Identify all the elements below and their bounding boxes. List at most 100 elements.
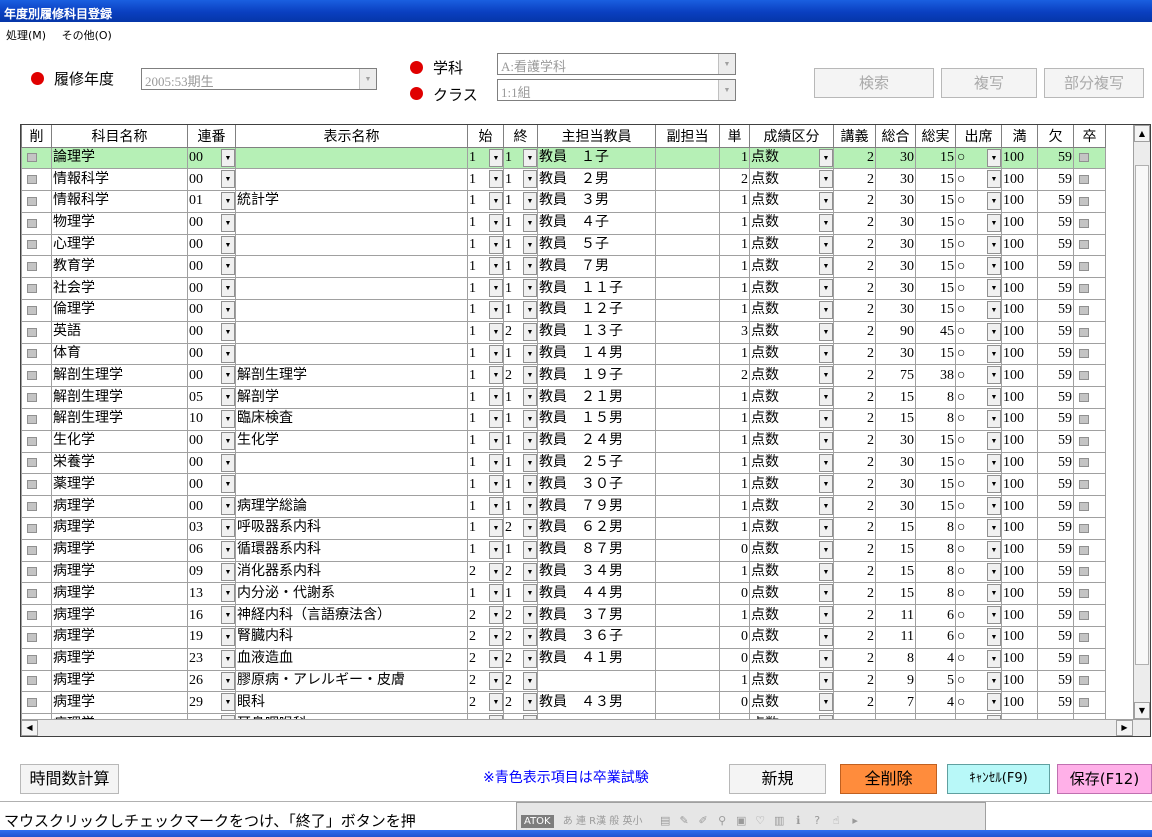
chevron-down-icon[interactable]: ▼ (489, 519, 503, 538)
delete-checkbox[interactable] (21, 364, 52, 388)
end-cell[interactable]: 1 ▼ (503, 429, 538, 453)
graduation-checkbox[interactable] (1073, 364, 1106, 388)
grade-type-cell[interactable]: 点数 ▼ (749, 647, 834, 671)
practice-cell[interactable]: 6 (915, 626, 956, 649)
chevron-down-icon[interactable]: ▼ (221, 431, 235, 450)
grade-type-cell[interactable]: 点数 ▼ (749, 168, 834, 192)
practice-cell[interactable]: 15 (915, 190, 956, 213)
serial-cell[interactable]: 00 ▼ (187, 342, 236, 366)
sub-teacher-cell[interactable] (655, 211, 720, 235)
sub-teacher-cell[interactable] (655, 386, 720, 410)
grade-type-cell[interactable]: 点数 ▼ (749, 429, 834, 453)
table-row[interactable]: 病理学 19 ▼ 腎臓内科 2 ▼ 2 ▼ 教員 ３６子 0 点数 ▼ 2 11 6 ○ ▼ 100 59 (21, 626, 1106, 649)
chevron-down-icon[interactable]: ▼ (987, 148, 1001, 167)
checkbox-icon[interactable] (1079, 458, 1089, 468)
table-row[interactable]: 病理学 26 ▼ 膠原病・アレルギー・皮膚 2 ▼ 2 ▼ 1 点数 ▼ 2 9 5 ○ ▼ 100 59 (21, 669, 1106, 693)
display-name-cell[interactable] (235, 342, 468, 366)
grade-type-cell[interactable]: 点数 ▼ (749, 517, 834, 540)
chevron-down-icon[interactable]: ▼ (987, 475, 1001, 494)
display-name-cell[interactable]: 腎臓内科 (235, 626, 468, 649)
start-cell[interactable]: 2▼ (467, 604, 504, 628)
checkbox-icon[interactable] (1079, 174, 1089, 184)
fail-score-cell[interactable]: 59 (1037, 560, 1074, 584)
fail-score-cell[interactable]: 59 (1037, 277, 1074, 301)
table-row[interactable]: 生化学 00 ▼ 生化学 1 ▼ 1 ▼ 教員 ２４男 1 点数 ▼ 2 30 15 ○ ▼ 100 59 (21, 429, 1106, 453)
start-cell[interactable]: 1 ▼ (467, 517, 504, 540)
full-score-cell[interactable]: 100 (1001, 669, 1038, 693)
practice-cell[interactable]: 8 (915, 560, 956, 584)
year-select[interactable]: 2005:53期生 ▼ (141, 68, 377, 90)
chevron-down-icon[interactable]: ▼ (523, 497, 537, 516)
full-score-cell[interactable]: 100 (1001, 211, 1038, 235)
credit-cell[interactable]: 2 (719, 364, 750, 388)
chevron-down-icon[interactable]: ▼ (523, 606, 537, 625)
display-name-cell[interactable]: 臨床検査 (235, 408, 468, 431)
chevron-down-icon[interactable]: ▼ (523, 649, 537, 668)
full-score-cell[interactable]: 100 (1001, 408, 1038, 431)
table-row[interactable]: 病理学 23 ▼ 血液造血 2 ▼ 2 ▼ 教員 ４１男 0 点数 ▼ 2 8 4 ○ ▼ 100 59 (21, 647, 1106, 671)
subject-name-cell[interactable]: 解剖生理学 (51, 386, 188, 410)
info-icon[interactable]: ℹ (791, 814, 806, 828)
chevron-down-icon[interactable]: ▼ (489, 301, 503, 320)
chevron-down-icon[interactable]: ▼ (489, 235, 503, 254)
checkbox-icon[interactable] (27, 371, 37, 381)
lecture-cell[interactable]: 2 (833, 647, 876, 671)
graduation-checkbox[interactable] (1073, 451, 1106, 475)
serial-cell[interactable]: 00 ▼ (187, 168, 236, 192)
fail-score-cell[interactable]: 59 (1037, 582, 1074, 606)
display-name-cell[interactable]: 眼科 (235, 691, 468, 715)
sub-teacher-cell[interactable] (655, 146, 720, 170)
subject-name-cell[interactable]: 病理学 (51, 626, 188, 649)
display-name-cell[interactable] (235, 168, 468, 192)
full-score-cell[interactable]: 100 (1001, 560, 1038, 584)
chevron-down-icon[interactable]: ▼ (489, 192, 503, 211)
chevron-down-icon[interactable]: ▼ (819, 322, 833, 341)
total-cell[interactable]: 30 (875, 211, 916, 235)
total-cell[interactable]: 30 (875, 190, 916, 213)
credit-cell[interactable]: 1 (719, 386, 750, 410)
chevron-down-icon[interactable]: ▼ (489, 562, 503, 581)
delete-checkbox[interactable] (21, 626, 52, 649)
chevron-down-icon[interactable]: ▼ (221, 453, 235, 472)
grade-type-cell[interactable]: 点数 ▼ (749, 364, 834, 388)
chevron-down-icon[interactable]: ▼ (819, 148, 833, 167)
grade-type-cell[interactable]: 点数 ▼ (749, 604, 834, 628)
delete-checkbox[interactable] (21, 691, 52, 715)
serial-cell[interactable]: 00 ▼ (187, 364, 236, 388)
chevron-down-icon[interactable]: ▼ (489, 671, 503, 690)
subject-name-cell[interactable]: 英語 (51, 320, 188, 344)
sub-teacher-cell[interactable] (655, 473, 720, 497)
full-score-cell[interactable]: 100 (1001, 647, 1038, 671)
sub-teacher-cell[interactable] (655, 299, 720, 322)
full-score-cell[interactable]: 100 (1001, 233, 1038, 257)
full-score-cell[interactable]: 100 (1001, 604, 1038, 628)
chevron-down-icon[interactable]: ▼ (987, 388, 1001, 407)
dictionary-icon[interactable]: ▣ (734, 814, 749, 828)
chevron-down-icon[interactable]: ▼ (987, 279, 1001, 298)
main-teacher-cell[interactable]: 教員 １１子 (537, 277, 656, 301)
delete-checkbox[interactable] (21, 582, 52, 606)
table-row[interactable]: 病理学 03 ▼ 呼吸器系内科 1 ▼ 2 ▼ 教員 ６２男 1 点数 ▼ 2 15 8 ○ ▼ 100 59 (21, 517, 1106, 540)
serial-cell[interactable]: 06 ▼ (187, 538, 236, 562)
checkbox-icon[interactable] (27, 349, 37, 359)
grade-type-cell[interactable]: 点数 ▼ (749, 582, 834, 606)
attendance-cell[interactable]: ○▼ (955, 691, 1002, 715)
chevron-down-icon[interactable]: ▼ (987, 606, 1001, 625)
checkbox-icon[interactable] (27, 414, 37, 424)
checkbox-icon[interactable] (27, 610, 37, 620)
start-cell[interactable]: 1 ▼ (467, 233, 504, 257)
fail-score-cell[interactable]: 59 (1037, 146, 1074, 170)
delete-checkbox[interactable] (21, 669, 52, 693)
fail-score-cell[interactable]: 59 (1037, 473, 1074, 497)
lecture-cell[interactable]: 2 (833, 277, 876, 301)
practice-cell[interactable]: 15 (915, 255, 956, 279)
chevron-down-icon[interactable]: ▼ (819, 301, 833, 320)
practice-cell[interactable]: 15 (915, 429, 956, 453)
search-button[interactable]: 検索 (814, 68, 934, 98)
lecture-cell[interactable]: 2 (833, 211, 876, 235)
full-score-cell[interactable]: 100 (1001, 168, 1038, 192)
fail-score-cell[interactable]: 59 (1037, 342, 1074, 366)
main-teacher-cell[interactable]: 教員 ７男 (537, 255, 656, 279)
attendance-cell[interactable]: ○▼ (955, 626, 1002, 649)
lecture-cell[interactable]: 2 (833, 626, 876, 649)
